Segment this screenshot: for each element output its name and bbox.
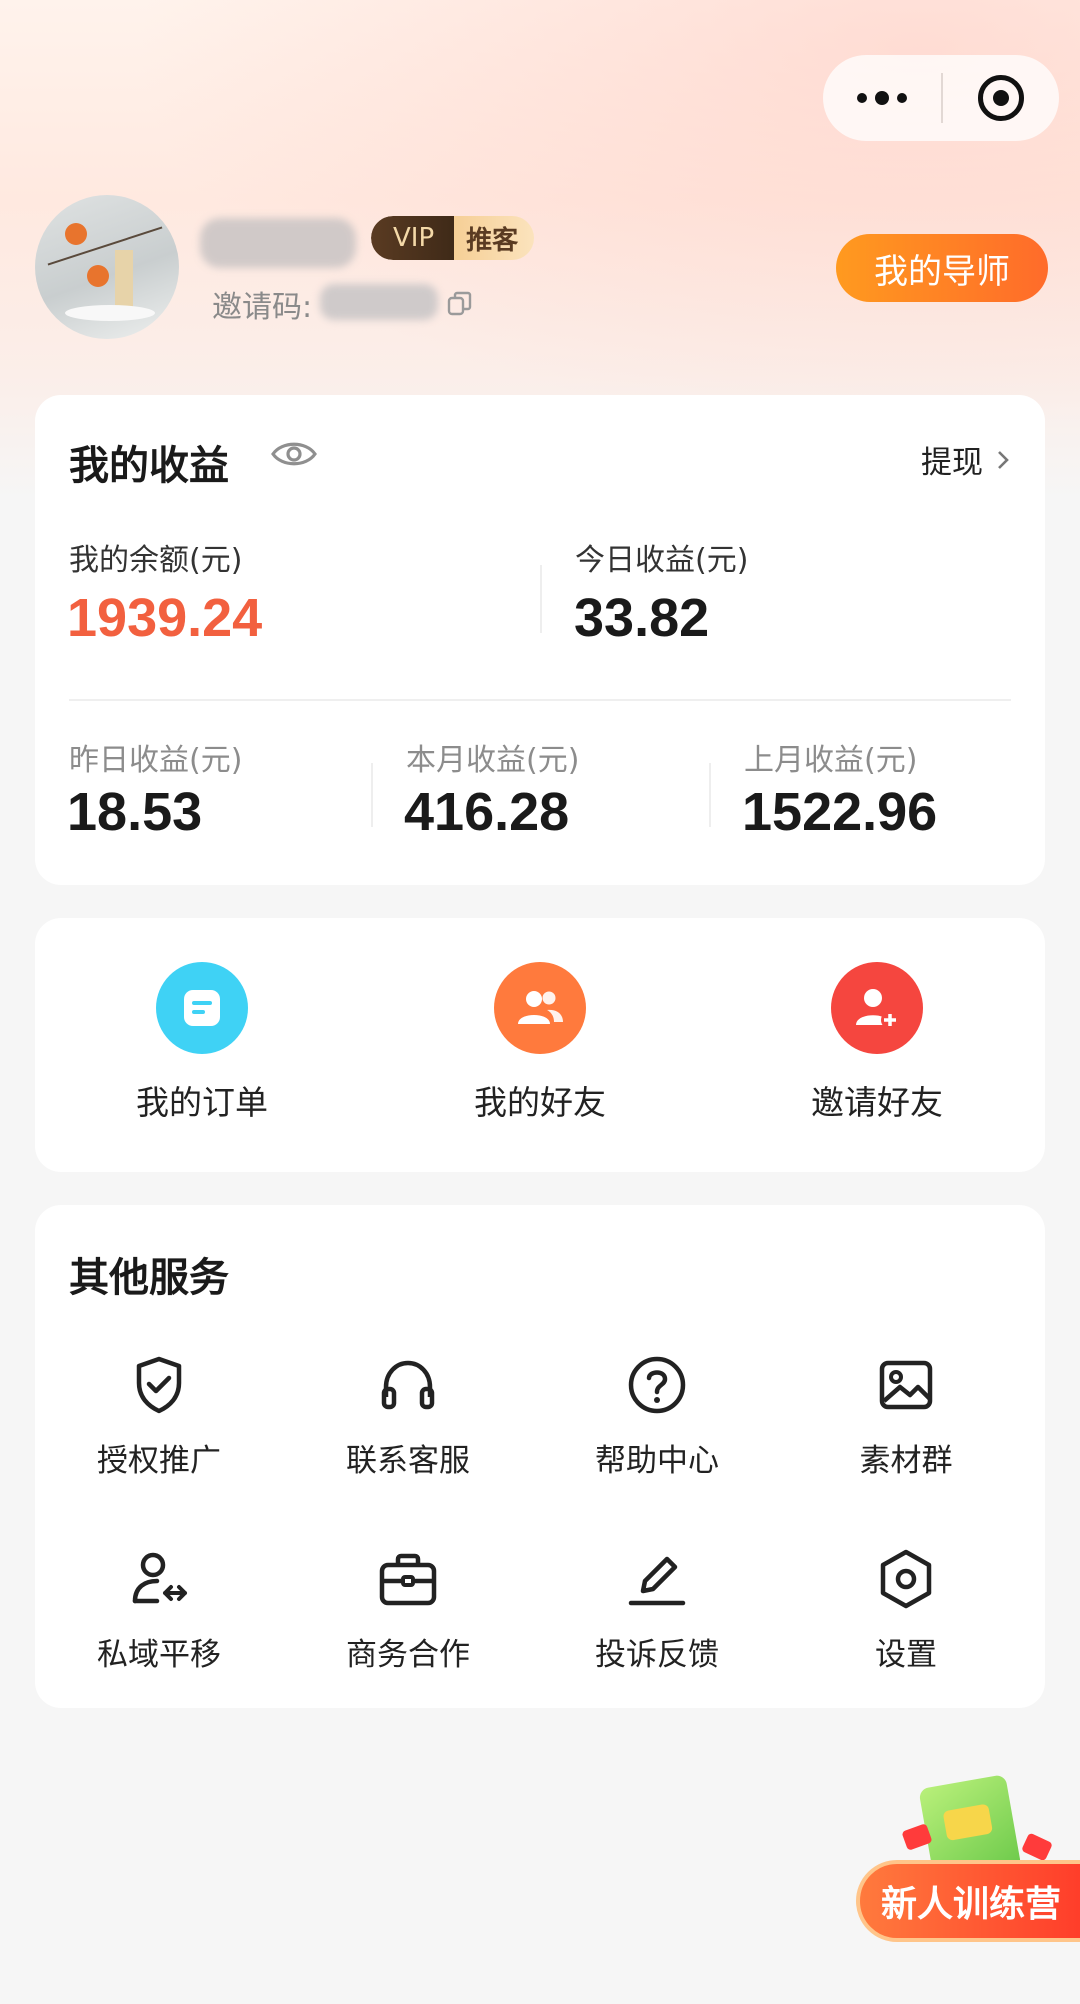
briefcase-icon: [379, 1553, 437, 1606]
last-month-earnings-label: 上月收益(元): [744, 743, 918, 778]
vip-label: VIP: [371, 216, 455, 260]
last-month-earnings-value: 1522.96: [742, 782, 938, 842]
service-business-cooperation[interactable]: 商务合作: [308, 1547, 508, 1674]
headphones-icon: [381, 1360, 435, 1410]
username-redacted: [200, 218, 356, 268]
help-icon: [628, 1356, 686, 1414]
service-complaint-feedback[interactable]: 投诉反馈: [557, 1547, 757, 1674]
service-help-center[interactable]: 帮助中心: [557, 1353, 757, 1480]
vip-badge: VIP 推客: [371, 216, 535, 260]
shield-check-icon: [136, 1356, 182, 1414]
service-label: 授权推广: [97, 1443, 221, 1479]
earnings-title: 我的收益: [69, 443, 229, 489]
add-friend-icon: [831, 962, 923, 1054]
today-earnings-label: 今日收益(元): [575, 543, 749, 578]
service-label: 素材群: [859, 1443, 953, 1479]
yesterday-earnings-value: 18.53: [67, 782, 203, 842]
service-label: 联系客服: [346, 1443, 470, 1479]
today-earnings-value: 33.82: [574, 588, 710, 648]
service-material-group[interactable]: 素材群: [806, 1353, 1006, 1480]
service-authorize-promotion[interactable]: 授权推广: [59, 1353, 259, 1480]
my-orders-button[interactable]: 我的订单: [102, 962, 302, 1124]
newcomer-camp-float[interactable]: 新人训练营: [852, 1774, 1080, 1945]
invite-code-redacted: [320, 284, 438, 320]
month-earnings-label: 本月收益(元): [406, 743, 580, 778]
friends-icon: [494, 962, 586, 1054]
balance-value: 1939.24: [67, 588, 263, 648]
service-settings[interactable]: 设置: [806, 1547, 1006, 1674]
yesterday-earnings-label: 昨日收益(元): [69, 743, 243, 778]
more-icon[interactable]: [823, 91, 941, 105]
divider: [709, 763, 711, 827]
copy-icon[interactable]: [446, 290, 474, 318]
quick-actions-card: 我的订单 我的好友 邀请好友: [35, 918, 1045, 1172]
service-label: 私域平移: [97, 1637, 221, 1673]
avatar[interactable]: [35, 195, 179, 339]
service-label: 商务合作: [346, 1637, 470, 1673]
divider: [540, 565, 542, 633]
earnings-card: 我的收益 提现 我的余额(元) 1939.24 今日收益(元) 33.82 昨日…: [35, 395, 1045, 885]
invite-friends-label: 邀请好友: [811, 1083, 943, 1122]
order-icon: [156, 962, 248, 1054]
balance-label: 我的余额(元): [69, 543, 243, 578]
my-orders-label: 我的订单: [136, 1083, 268, 1122]
month-earnings-value: 416.28: [404, 782, 570, 842]
invite-code-label: 邀请码:: [212, 290, 313, 325]
role-label: 推客: [454, 216, 535, 260]
image-icon: [879, 1360, 933, 1410]
withdraw-label: 提现: [921, 445, 983, 481]
service-contact-support[interactable]: 联系客服: [308, 1353, 508, 1480]
edit-icon: [628, 1556, 686, 1606]
withdraw-link[interactable]: 提现: [921, 437, 1013, 482]
invite-friends-button[interactable]: 邀请好友: [777, 962, 977, 1124]
divider: [371, 763, 373, 827]
close-target-icon[interactable]: [943, 75, 1059, 121]
my-mentor-button[interactable]: 我的导师: [836, 234, 1048, 302]
mini-program-capsule: [823, 55, 1059, 141]
service-label: 帮助中心: [595, 1443, 719, 1479]
user-transfer-icon: [132, 1552, 187, 1604]
settings-icon: [880, 1549, 932, 1609]
service-label: 设置: [875, 1637, 937, 1673]
chevron-right-icon: [998, 450, 1009, 469]
service-private-domain-migration[interactable]: 私域平移: [59, 1547, 259, 1674]
red-envelope-icon: [1020, 1832, 1054, 1862]
services-title: 其他服务: [69, 1255, 229, 1301]
divider: [69, 699, 1011, 701]
my-friends-button[interactable]: 我的好友: [440, 962, 640, 1124]
other-services-card: 其他服务 授权推广 联系客服 帮助中心 素材群 私域平移 商务合作 投诉反馈 设…: [35, 1205, 1045, 1708]
newcomer-camp-label: 新人训练营: [856, 1860, 1080, 1942]
service-label: 投诉反馈: [595, 1637, 719, 1673]
eye-icon[interactable]: [270, 437, 318, 471]
my-friends-label: 我的好友: [474, 1083, 606, 1122]
